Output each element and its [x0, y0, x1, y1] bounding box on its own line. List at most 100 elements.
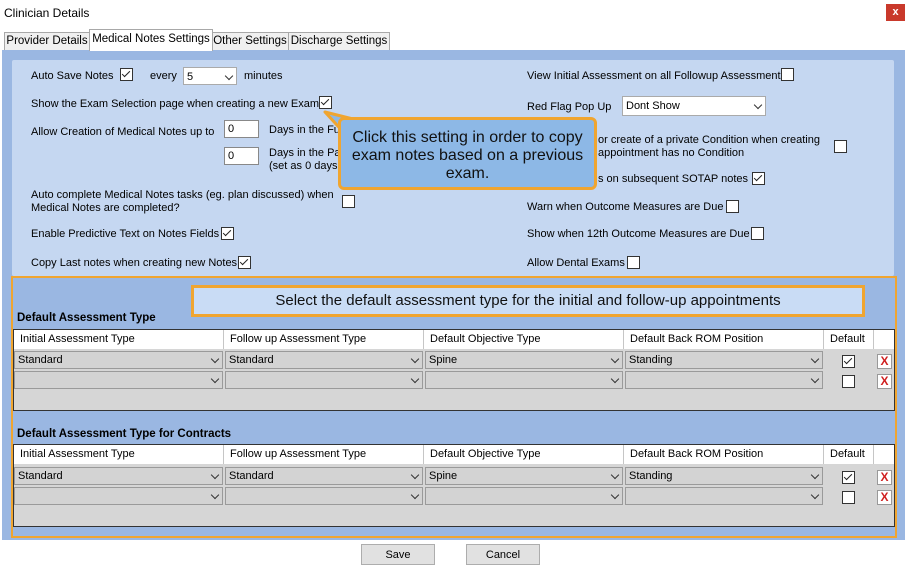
default-checkbox[interactable]	[842, 491, 855, 504]
save-button[interactable]: Save	[361, 544, 435, 565]
followup-type-cell[interactable]: Standard	[225, 351, 423, 369]
tab-strip: Provider Details Medical Notes Settings …	[0, 27, 905, 51]
tab-provider-details[interactable]: Provider Details	[4, 32, 90, 50]
sotap-label: s on subsequent SOTAP notes	[598, 173, 749, 185]
initial-type-cell[interactable]	[14, 487, 223, 505]
column-header-default: Default	[824, 445, 874, 464]
auto-complete-checkbox[interactable]	[342, 195, 355, 208]
objective-type-cell[interactable]	[425, 371, 623, 389]
sotap-checkbox[interactable]	[752, 172, 765, 185]
rom-position-cell[interactable]: Standing	[625, 351, 823, 369]
chevron-down-icon	[224, 71, 234, 81]
chevron-down-icon	[810, 490, 820, 500]
copy-last-notes-checkbox[interactable]	[238, 256, 251, 269]
show-12th-label: Show when 12th Outcome Measures are Due	[527, 228, 750, 240]
objective-type-cell[interactable]: Spine	[425, 467, 623, 485]
followup-type-cell[interactable]	[225, 371, 423, 389]
minutes-select[interactable]: 5	[183, 67, 237, 85]
cell-value: Standard	[18, 470, 63, 482]
initial-type-cell[interactable]: Standard	[14, 351, 223, 369]
initial-type-cell[interactable]: Standard	[14, 467, 223, 485]
delete-row-button[interactable]: X	[877, 354, 892, 369]
column-header-objective: Default Objective Type	[424, 330, 624, 349]
cell-value: Standing	[629, 354, 673, 366]
followup-type-cell[interactable]: Standard	[225, 467, 423, 485]
cell-value: Standard	[229, 354, 274, 366]
chevron-down-icon	[410, 374, 420, 384]
default-checkbox[interactable]	[842, 471, 855, 484]
predictive-text-label: Enable Predictive Text on Notes Fields	[31, 228, 220, 240]
chevron-down-icon	[810, 374, 820, 384]
column-header-rom: Default Back ROM Position	[624, 445, 824, 464]
objective-type-cell[interactable]: Spine	[425, 351, 623, 369]
close-button[interactable]: x	[886, 4, 905, 21]
column-header-followup: Follow up Assessment Type	[224, 445, 424, 464]
minutes-value: 5	[187, 71, 194, 83]
chevron-down-icon	[610, 374, 620, 384]
private-condition-label-line1: or create of a private Condition when cr…	[598, 134, 820, 146]
past-days-label: Days in the Pa	[269, 147, 341, 159]
column-header-initial: Initial Assessment Type	[14, 445, 224, 464]
dental-exams-checkbox[interactable]	[627, 256, 640, 269]
rom-position-cell[interactable]: Standing	[625, 467, 823, 485]
window-title: Clinician Details	[4, 6, 90, 20]
exam-copy-callout: Click this setting in order to copy exam…	[338, 117, 597, 190]
chevron-down-icon	[410, 354, 420, 364]
column-header-delete	[874, 445, 894, 464]
warn-outcome-checkbox[interactable]	[726, 200, 739, 213]
cell-value: Standard	[18, 354, 63, 366]
chevron-down-icon	[610, 490, 620, 500]
default-checkbox[interactable]	[842, 375, 855, 388]
delete-row-button[interactable]: X	[877, 470, 892, 485]
chevron-down-icon	[210, 354, 220, 364]
view-initial-label: View Initial Assessment on all Followup …	[527, 70, 787, 82]
cell-value: Spine	[429, 470, 458, 482]
chevron-down-icon	[610, 354, 620, 364]
chevron-down-icon	[753, 100, 763, 110]
initial-type-cell[interactable]	[14, 371, 223, 389]
tab-other-settings[interactable]: Other Settings	[211, 32, 289, 50]
delete-row-button[interactable]: X	[877, 490, 892, 505]
cancel-button[interactable]: Cancel	[466, 544, 540, 565]
chevron-down-icon	[610, 470, 620, 480]
show-12th-checkbox[interactable]	[751, 227, 764, 240]
predictive-text-checkbox[interactable]	[221, 227, 234, 240]
auto-complete-label-line1: Auto complete Medical Notes tasks (eg. p…	[31, 189, 334, 201]
past-days-input[interactable]: 0	[224, 147, 259, 165]
cell-value: Standing	[629, 470, 673, 482]
red-flag-label: Red Flag Pop Up	[527, 101, 612, 113]
auto-save-checkbox[interactable]	[120, 68, 133, 81]
chevron-down-icon	[810, 470, 820, 480]
creation-label: Allow Creation of Medical Notes up to	[31, 126, 215, 138]
dental-exams-label: Allow Dental Exams	[527, 257, 625, 269]
warn-outcome-label: Warn when Outcome Measures are Due	[527, 201, 724, 213]
contracts-assessment-grid: Initial Assessment Type Follow up Assess…	[13, 444, 895, 527]
chevron-down-icon	[810, 354, 820, 364]
chevron-down-icon	[210, 374, 220, 384]
column-header-rom: Default Back ROM Position	[624, 330, 824, 349]
auto-save-label: Auto Save Notes	[31, 70, 114, 82]
column-header-followup: Follow up Assessment Type	[224, 330, 424, 349]
cell-value: Spine	[429, 354, 458, 366]
tab-medical-notes-settings[interactable]: Medical Notes Settings	[89, 29, 213, 51]
delete-row-button[interactable]: X	[877, 374, 892, 389]
past-days-note: (set as 0 days	[269, 160, 338, 172]
objective-type-cell[interactable]	[425, 487, 623, 505]
contracts-assessment-title: Default Assessment Type for Contracts	[17, 428, 232, 440]
cell-value: Standard	[229, 470, 274, 482]
chevron-down-icon	[210, 470, 220, 480]
followup-type-cell[interactable]	[225, 487, 423, 505]
column-header-objective: Default Objective Type	[424, 445, 624, 464]
view-initial-checkbox[interactable]	[781, 68, 794, 81]
default-checkbox[interactable]	[842, 355, 855, 368]
rom-position-cell[interactable]	[625, 371, 823, 389]
chevron-down-icon	[210, 490, 220, 500]
private-condition-checkbox[interactable]	[834, 140, 847, 153]
default-assessment-title: Default Assessment Type	[17, 312, 156, 324]
red-flag-select[interactable]: Dont Show	[622, 96, 766, 116]
private-condition-label-line2: appointment has no Condition	[598, 147, 745, 159]
exam-selection-checkbox[interactable]	[319, 96, 332, 109]
tab-discharge-settings[interactable]: Discharge Settings	[288, 32, 390, 50]
future-days-input[interactable]: 0	[224, 120, 259, 138]
rom-position-cell[interactable]	[625, 487, 823, 505]
